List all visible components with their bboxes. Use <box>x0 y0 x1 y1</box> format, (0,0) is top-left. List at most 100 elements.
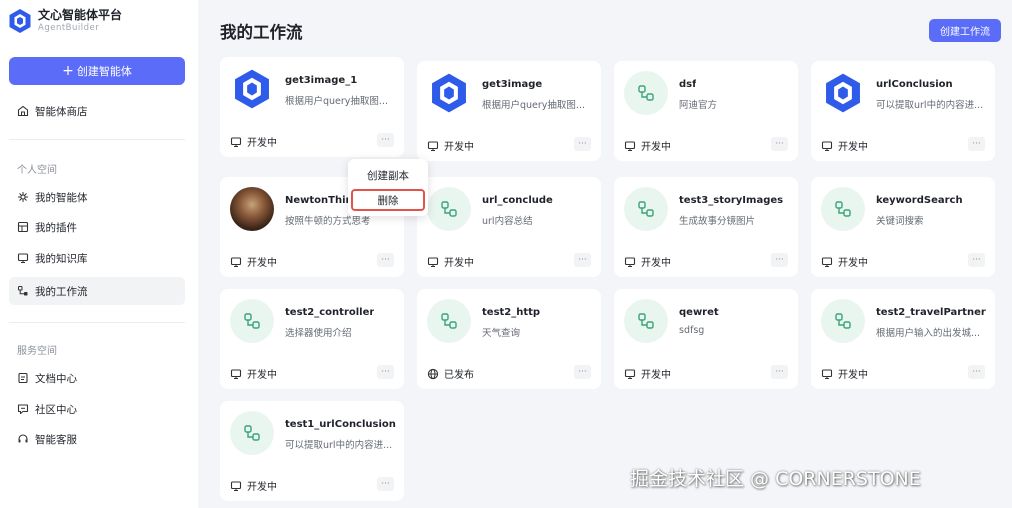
workflow-description: url内容总结 <box>482 216 533 227</box>
card-workflow-icon <box>624 187 668 231</box>
status-label: 开发中 <box>641 258 671 269</box>
more-button[interactable]: ··· <box>377 253 394 267</box>
monitor-icon <box>624 368 636 380</box>
sidebar-item-my-agents[interactable]: 我的智能体 <box>9 183 185 211</box>
monitor-icon <box>624 140 636 152</box>
card-workflow-icon <box>427 187 471 231</box>
more-button[interactable]: ··· <box>771 253 788 267</box>
more-button[interactable]: ··· <box>968 253 985 267</box>
more-button[interactable]: ··· <box>771 365 788 379</box>
more-button[interactable]: ··· <box>968 137 985 151</box>
workflow-icon <box>17 285 29 297</box>
create-workflow-button[interactable]: 创建工作流 <box>929 19 1001 42</box>
divider <box>9 139 185 140</box>
sidebar-item-docs[interactable]: 文档中心 <box>9 364 185 392</box>
workflow-icon <box>835 201 851 217</box>
workflow-card[interactable]: test2_controller 选择器使用介绍开发中 ··· <box>220 289 404 389</box>
workflow-card[interactable]: dsf 阿迪官方 开发中 ··· <box>614 61 798 161</box>
status-badge: 开发中 <box>821 138 868 153</box>
status-label: 开发中 <box>247 138 277 149</box>
workflow-description: 根据用户query抽取图... <box>285 96 388 107</box>
status-badge: 开发中 <box>427 254 474 269</box>
status-badge: 开发中 <box>624 366 671 381</box>
brand-title: 文心智能体平台 <box>38 8 123 22</box>
workflow-description: sdfsg <box>679 325 705 336</box>
workflow-icon <box>835 313 851 329</box>
monitor-icon <box>624 256 636 268</box>
sidebar-item-my-knowledge[interactable]: 我的知识库 <box>9 244 185 272</box>
workflow-card[interactable]: keywordSearch 关键词搜索 开发中 ··· <box>811 177 995 277</box>
workflow-description: 可以提取url中的内容进... <box>876 100 984 111</box>
workflow-name: test2_controller <box>285 307 375 318</box>
more-button[interactable]: ··· <box>377 365 394 379</box>
monitor-icon <box>427 256 439 268</box>
workflow-card[interactable]: qewret sdfsg 开发中 ··· <box>614 289 798 389</box>
more-button[interactable]: ··· <box>377 477 394 491</box>
more-button[interactable]: ··· <box>377 133 394 147</box>
sidebar-item-my-plugins[interactable]: 我的插件 <box>9 213 185 241</box>
more-button[interactable]: ··· <box>968 365 985 379</box>
status-badge: 已发布 <box>427 366 474 381</box>
more-button[interactable]: ··· <box>574 253 591 267</box>
workflow-description: 关键词搜索 <box>876 216 924 227</box>
monitor-icon <box>230 368 242 380</box>
workflow-card[interactable]: test3_storyImages 生成故事分镜图片 开发中 ··· <box>614 177 798 277</box>
app-logo-icon <box>432 73 466 113</box>
more-button[interactable]: ··· <box>771 137 788 151</box>
workflow-name: test2_http <box>482 307 541 318</box>
workflow-icon <box>244 313 260 329</box>
workflow-card[interactable]: url_conclude url内容总结开发中 ··· <box>417 177 601 277</box>
app-logo-icon <box>826 73 860 113</box>
watermark: 掘金技术社区 @ CORNERSTONE <box>630 468 921 490</box>
workflow-description: 生成故事分镜图片 <box>679 216 756 227</box>
sidebar-item-community[interactable]: 社区中心 <box>9 395 185 423</box>
workflow-card[interactable]: get3image 根据用户query抽取图... 开发中 ··· <box>417 61 601 161</box>
workflow-card[interactable]: test1_urlConclusion 可以提取url中的内容进... 开发中 ··· <box>220 401 404 501</box>
workflow-card[interactable]: get3image_1 根据用户query抽取图... 开发中 ··· <box>220 57 404 157</box>
monitor-icon <box>821 256 833 268</box>
knowledge-icon <box>17 252 29 264</box>
card-logo-icon <box>821 71 865 115</box>
workflow-icon <box>638 201 654 217</box>
workflow-card[interactable]: test2_travelPartner 根据用户输入的出发城... 开发中 ··· <box>811 289 995 389</box>
workflow-icon <box>638 85 654 101</box>
delete-menu-item[interactable]: 删除 <box>351 189 425 211</box>
sidebar-item-support[interactable]: 智能客服 <box>9 425 185 453</box>
personal-section-label: 个人空间 <box>17 165 57 176</box>
sidebar-item-store[interactable]: 智能体商店 <box>9 97 185 125</box>
more-button[interactable]: ··· <box>574 137 591 151</box>
workflow-description: 选择器使用介绍 <box>285 328 352 339</box>
workflow-card[interactable]: urlConclusion 可以提取url中的内容进... 开发中 ··· <box>811 61 995 161</box>
status-label: 开发中 <box>838 258 868 269</box>
monitor-icon <box>821 140 833 152</box>
globe-icon <box>427 368 439 380</box>
workflow-description: 阿迪官方 <box>679 100 718 111</box>
sidebar-item-my-workflows[interactable]: 我的工作流 <box>9 277 185 305</box>
status-label: 开发中 <box>444 142 474 153</box>
monitor-icon <box>427 140 439 152</box>
status-label: 开发中 <box>641 370 671 381</box>
status-badge: 开发中 <box>624 254 671 269</box>
workflow-name: url_conclude <box>482 195 553 206</box>
workflow-name: urlConclusion <box>876 79 953 90</box>
divider <box>9 322 185 323</box>
avatar <box>230 187 274 231</box>
more-button[interactable]: ··· <box>574 365 591 379</box>
workflow-description: 根据用户输入的出发城... <box>876 328 981 339</box>
card-workflow-icon <box>230 411 274 455</box>
create-agent-button[interactable]: + 创建智能体 <box>9 57 185 85</box>
card-logo-icon <box>427 71 471 115</box>
workflow-icon <box>441 201 457 217</box>
sidebar-item-label: 我的智能体 <box>35 191 88 204</box>
sparkle-icon <box>17 191 29 203</box>
workflow-card[interactable]: test2_http 天气查询 已发布 ··· <box>417 289 601 389</box>
sidebar-item-label: 文档中心 <box>35 372 77 385</box>
duplicate-menu-item[interactable]: 创建副本 <box>348 164 428 186</box>
status-label: 开发中 <box>247 370 277 381</box>
status-badge: 开发中 <box>230 134 277 149</box>
chat-icon <box>17 403 29 415</box>
monitor-icon <box>821 368 833 380</box>
status-label: 开发中 <box>247 482 277 493</box>
sidebar-item-label: 智能客服 <box>35 433 77 446</box>
brand[interactable]: 文心智能体平台 AgentBuilder <box>8 8 122 34</box>
